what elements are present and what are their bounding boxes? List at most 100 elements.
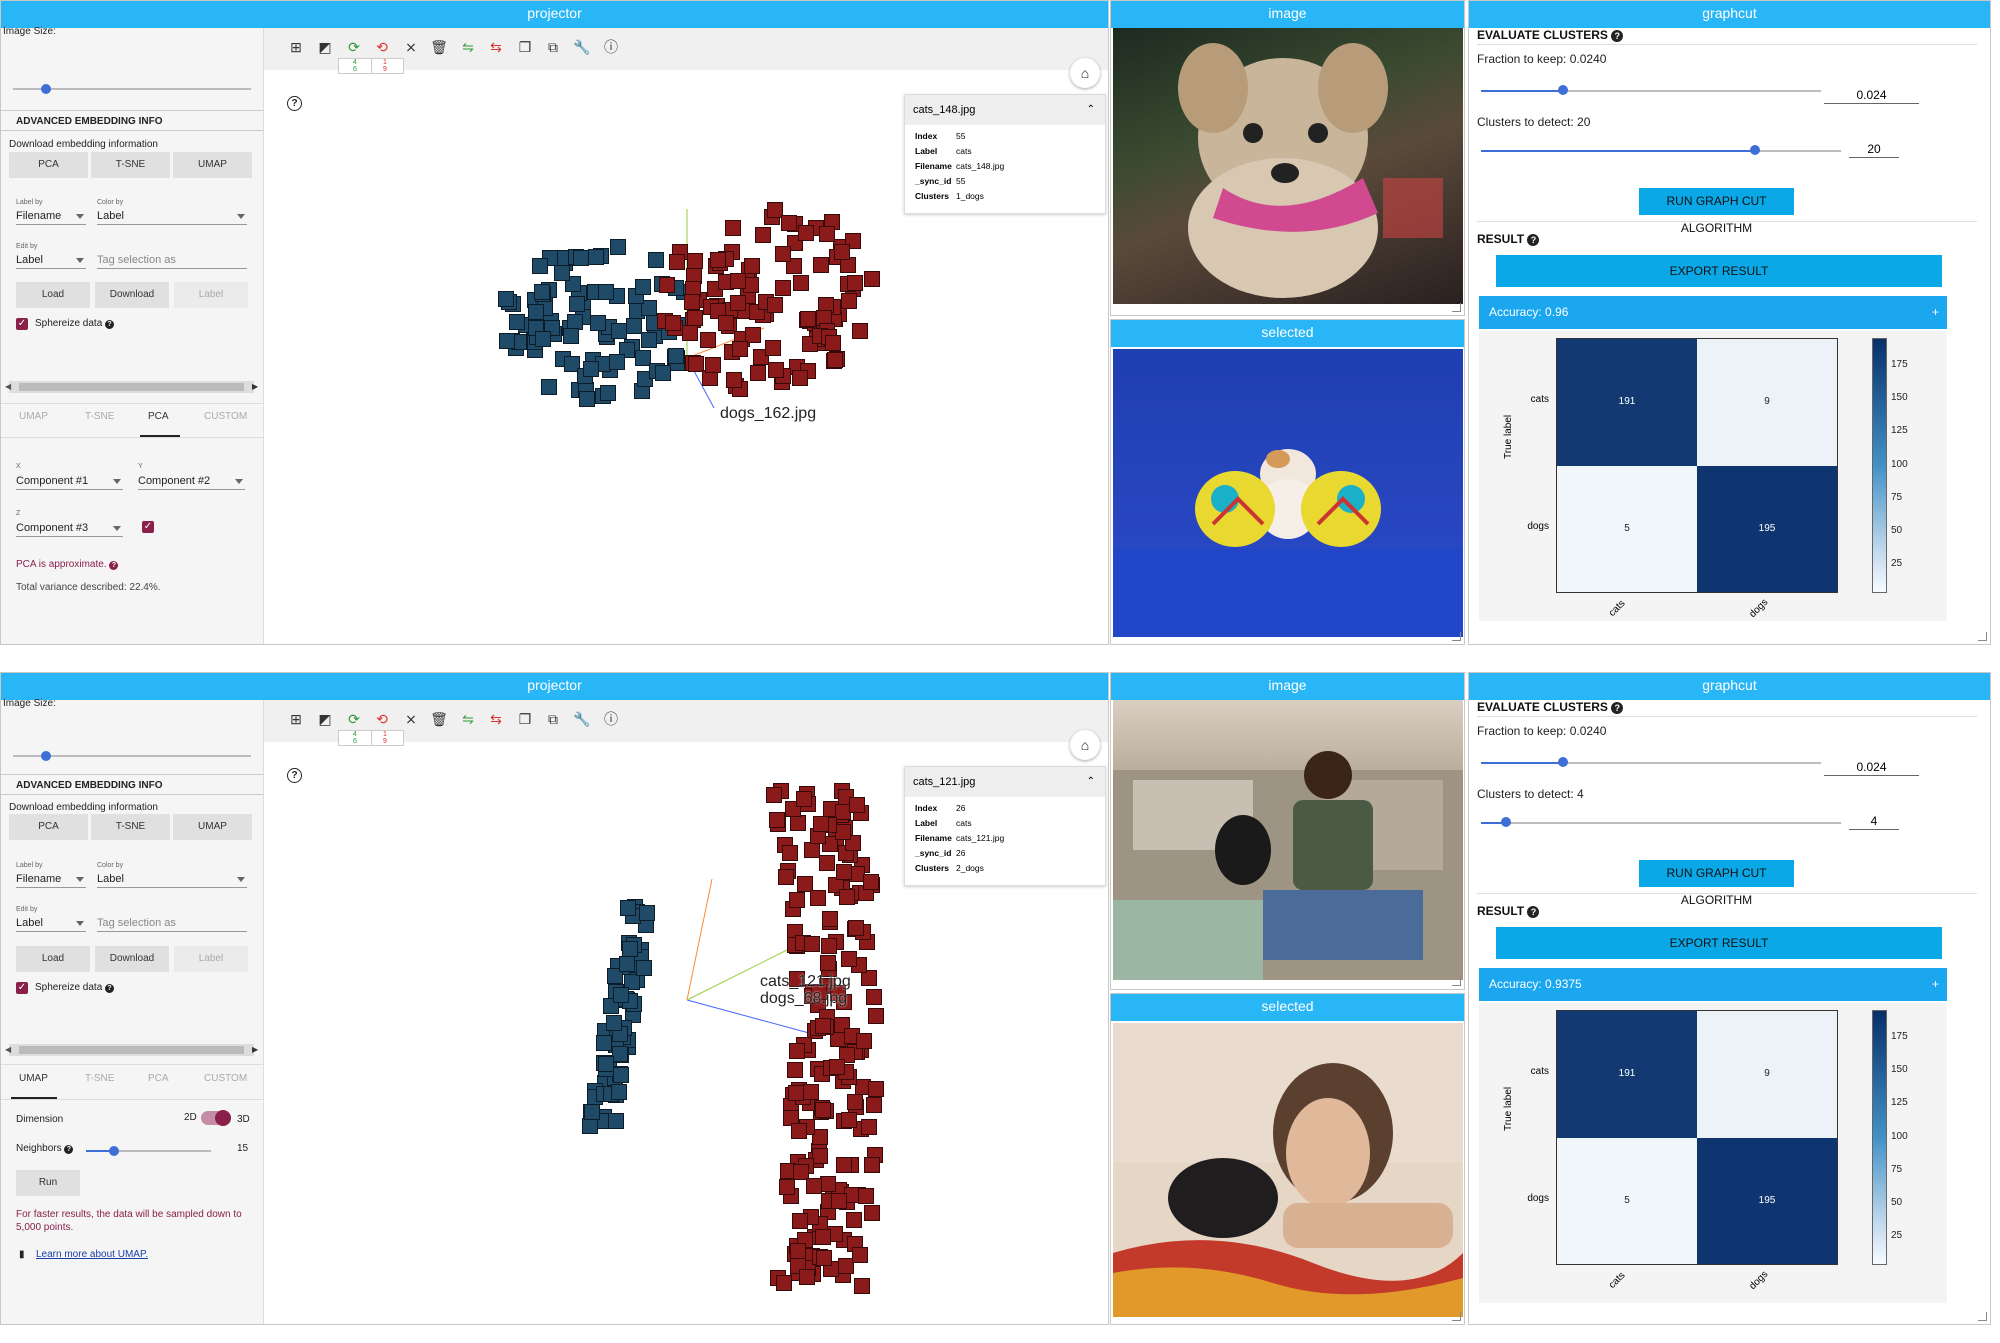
embedding-point[interactable]: [864, 1205, 880, 1221]
tag-selection-input[interactable]: Tag selection as: [97, 252, 247, 269]
embedding-point[interactable]: [498, 291, 514, 307]
download-pca-button[interactable]: PCA: [9, 152, 88, 178]
embedding-point[interactable]: [868, 1008, 884, 1024]
embedding-point[interactable]: [765, 340, 781, 356]
tab-custom[interactable]: CUSTOM: [204, 411, 247, 422]
embedding-point[interactable]: [579, 391, 595, 407]
embedding-point[interactable]: [659, 277, 675, 293]
embedding-point[interactable]: [588, 249, 604, 265]
image-size-slider-thumb[interactable]: [41, 751, 51, 761]
embedding-point[interactable]: [528, 304, 544, 320]
embedding-point[interactable]: [687, 310, 703, 326]
embedding-point[interactable]: [609, 354, 625, 370]
export-result-button[interactable]: EXPORT RESULT: [1496, 927, 1942, 959]
embedding-point[interactable]: [789, 892, 805, 908]
tab-pca[interactable]: PCA: [148, 1073, 169, 1084]
embedding-point[interactable]: [846, 1212, 862, 1228]
help-icon[interactable]: ?: [1527, 234, 1540, 246]
help-icon[interactable]: ?: [1611, 702, 1624, 714]
label-by-select[interactable]: Filename: [16, 871, 86, 888]
embedding-point[interactable]: [778, 869, 794, 885]
embedding-point[interactable]: [849, 797, 865, 813]
embedding-point[interactable]: [610, 239, 626, 255]
embedding-point[interactable]: [815, 1102, 831, 1118]
embedding-point[interactable]: [856, 1033, 872, 1049]
chevron-up-icon[interactable]: ⌃: [1087, 767, 1095, 797]
help-icon[interactable]: ?: [105, 320, 115, 329]
scroll-right-icon[interactable]: ▶: [252, 1045, 258, 1054]
embedding-point[interactable]: [622, 941, 638, 957]
embedding-point[interactable]: [611, 323, 627, 339]
resize-handle[interactable]: [1452, 303, 1461, 312]
embedding-point[interactable]: [612, 1046, 628, 1062]
projector-canvas[interactable]: ⊞ ◩ ⟳ ⟲ ⨯ 🗑 ⇋ ⇆ ❐ ⧉ 🔧 ⓘ 4 1 6 9 ⌂ ?: [264, 28, 1108, 644]
embedding-point[interactable]: [796, 791, 812, 807]
accuracy-bar[interactable]: Accuracy: 0.9375 +: [1479, 968, 1947, 1001]
accuracy-bar[interactable]: Accuracy: 0.96 +: [1479, 296, 1947, 329]
embedding-point[interactable]: [569, 296, 585, 312]
help-icon[interactable]: ?: [109, 561, 119, 570]
embedding-point[interactable]: [782, 845, 798, 861]
embedding-point[interactable]: [820, 955, 836, 971]
embedding-point[interactable]: [541, 379, 557, 395]
embedding-point[interactable]: [755, 227, 771, 243]
edit-by-select[interactable]: Label: [16, 915, 86, 932]
help-icon[interactable]: ?: [64, 1145, 74, 1154]
embedding-point[interactable]: [861, 1119, 877, 1135]
clusters-input[interactable]: 20: [1849, 141, 1899, 158]
embedding-point[interactable]: [835, 824, 851, 840]
embedding-point[interactable]: [563, 328, 579, 344]
embedding-point[interactable]: [611, 1084, 627, 1100]
embedding-point[interactable]: [573, 250, 589, 266]
embedding-point[interactable]: [768, 362, 784, 378]
sphereize-checkbox[interactable]: ✓: [16, 318, 28, 330]
tab-umap[interactable]: UMAP: [19, 411, 48, 422]
expand-icon[interactable]: +: [1932, 296, 1939, 329]
download-tsne-button[interactable]: T-SNE: [91, 814, 170, 840]
embedding-point[interactable]: [839, 889, 855, 905]
embedding-point[interactable]: [718, 315, 734, 331]
resize-handle[interactable]: [1452, 977, 1461, 986]
embedding-point[interactable]: [792, 370, 808, 386]
embedding-point[interactable]: [827, 352, 843, 368]
download-button[interactable]: Download: [95, 282, 169, 308]
embedding-point[interactable]: [710, 252, 726, 268]
embedding-point[interactable]: [636, 960, 652, 976]
embedding-point[interactable]: [804, 936, 820, 952]
embedding-point[interactable]: [606, 1015, 622, 1031]
embedding-point[interactable]: [608, 1113, 624, 1129]
pca-x-select[interactable]: Component #1: [16, 473, 123, 490]
embedding-point[interactable]: [767, 297, 783, 313]
embedding-point[interactable]: [834, 244, 850, 260]
embedding-point[interactable]: [813, 816, 829, 832]
embedding-point[interactable]: [668, 348, 684, 364]
dimension-toggle-thumb[interactable]: [215, 1110, 231, 1126]
tag-selection-input[interactable]: Tag selection as: [97, 915, 247, 932]
embedding-point[interactable]: [868, 1081, 884, 1097]
clusters-slider[interactable]: [1481, 822, 1841, 824]
label-button[interactable]: Label: [174, 946, 248, 972]
run-graphcut-button[interactable]: RUN GRAPH CUT ALGORITHM: [1639, 188, 1794, 235]
embedding-point[interactable]: [858, 1188, 874, 1204]
embedding-point[interactable]: [509, 314, 525, 330]
embedding-point[interactable]: [820, 1176, 836, 1192]
embedding-point[interactable]: [789, 1043, 805, 1059]
run-graphcut-button[interactable]: RUN GRAPH CUT ALGORITHM: [1639, 860, 1794, 907]
embedding-point[interactable]: [700, 332, 716, 348]
metadata-card-header[interactable]: cats_148.jpg ⌃: [905, 95, 1105, 125]
embedding-point[interactable]: [787, 1062, 803, 1078]
help-icon[interactable]: ?: [1527, 906, 1540, 918]
embedding-point[interactable]: [841, 1112, 857, 1128]
embedding-point[interactable]: [792, 1213, 808, 1229]
tab-tsne[interactable]: T-SNE: [85, 411, 114, 422]
embedding-point[interactable]: [841, 951, 857, 967]
horizontal-scrollbar[interactable]: [9, 1044, 254, 1056]
color-by-select[interactable]: Label: [97, 208, 247, 225]
embedding-point[interactable]: [866, 989, 882, 1005]
tab-tsne[interactable]: T-SNE: [85, 1073, 114, 1084]
embedding-point[interactable]: [590, 315, 606, 331]
embedding-point[interactable]: [766, 787, 782, 803]
clusters-slider-thumb[interactable]: [1749, 145, 1760, 155]
horizontal-scrollbar[interactable]: [9, 381, 254, 393]
embedding-point[interactable]: [598, 1056, 614, 1072]
